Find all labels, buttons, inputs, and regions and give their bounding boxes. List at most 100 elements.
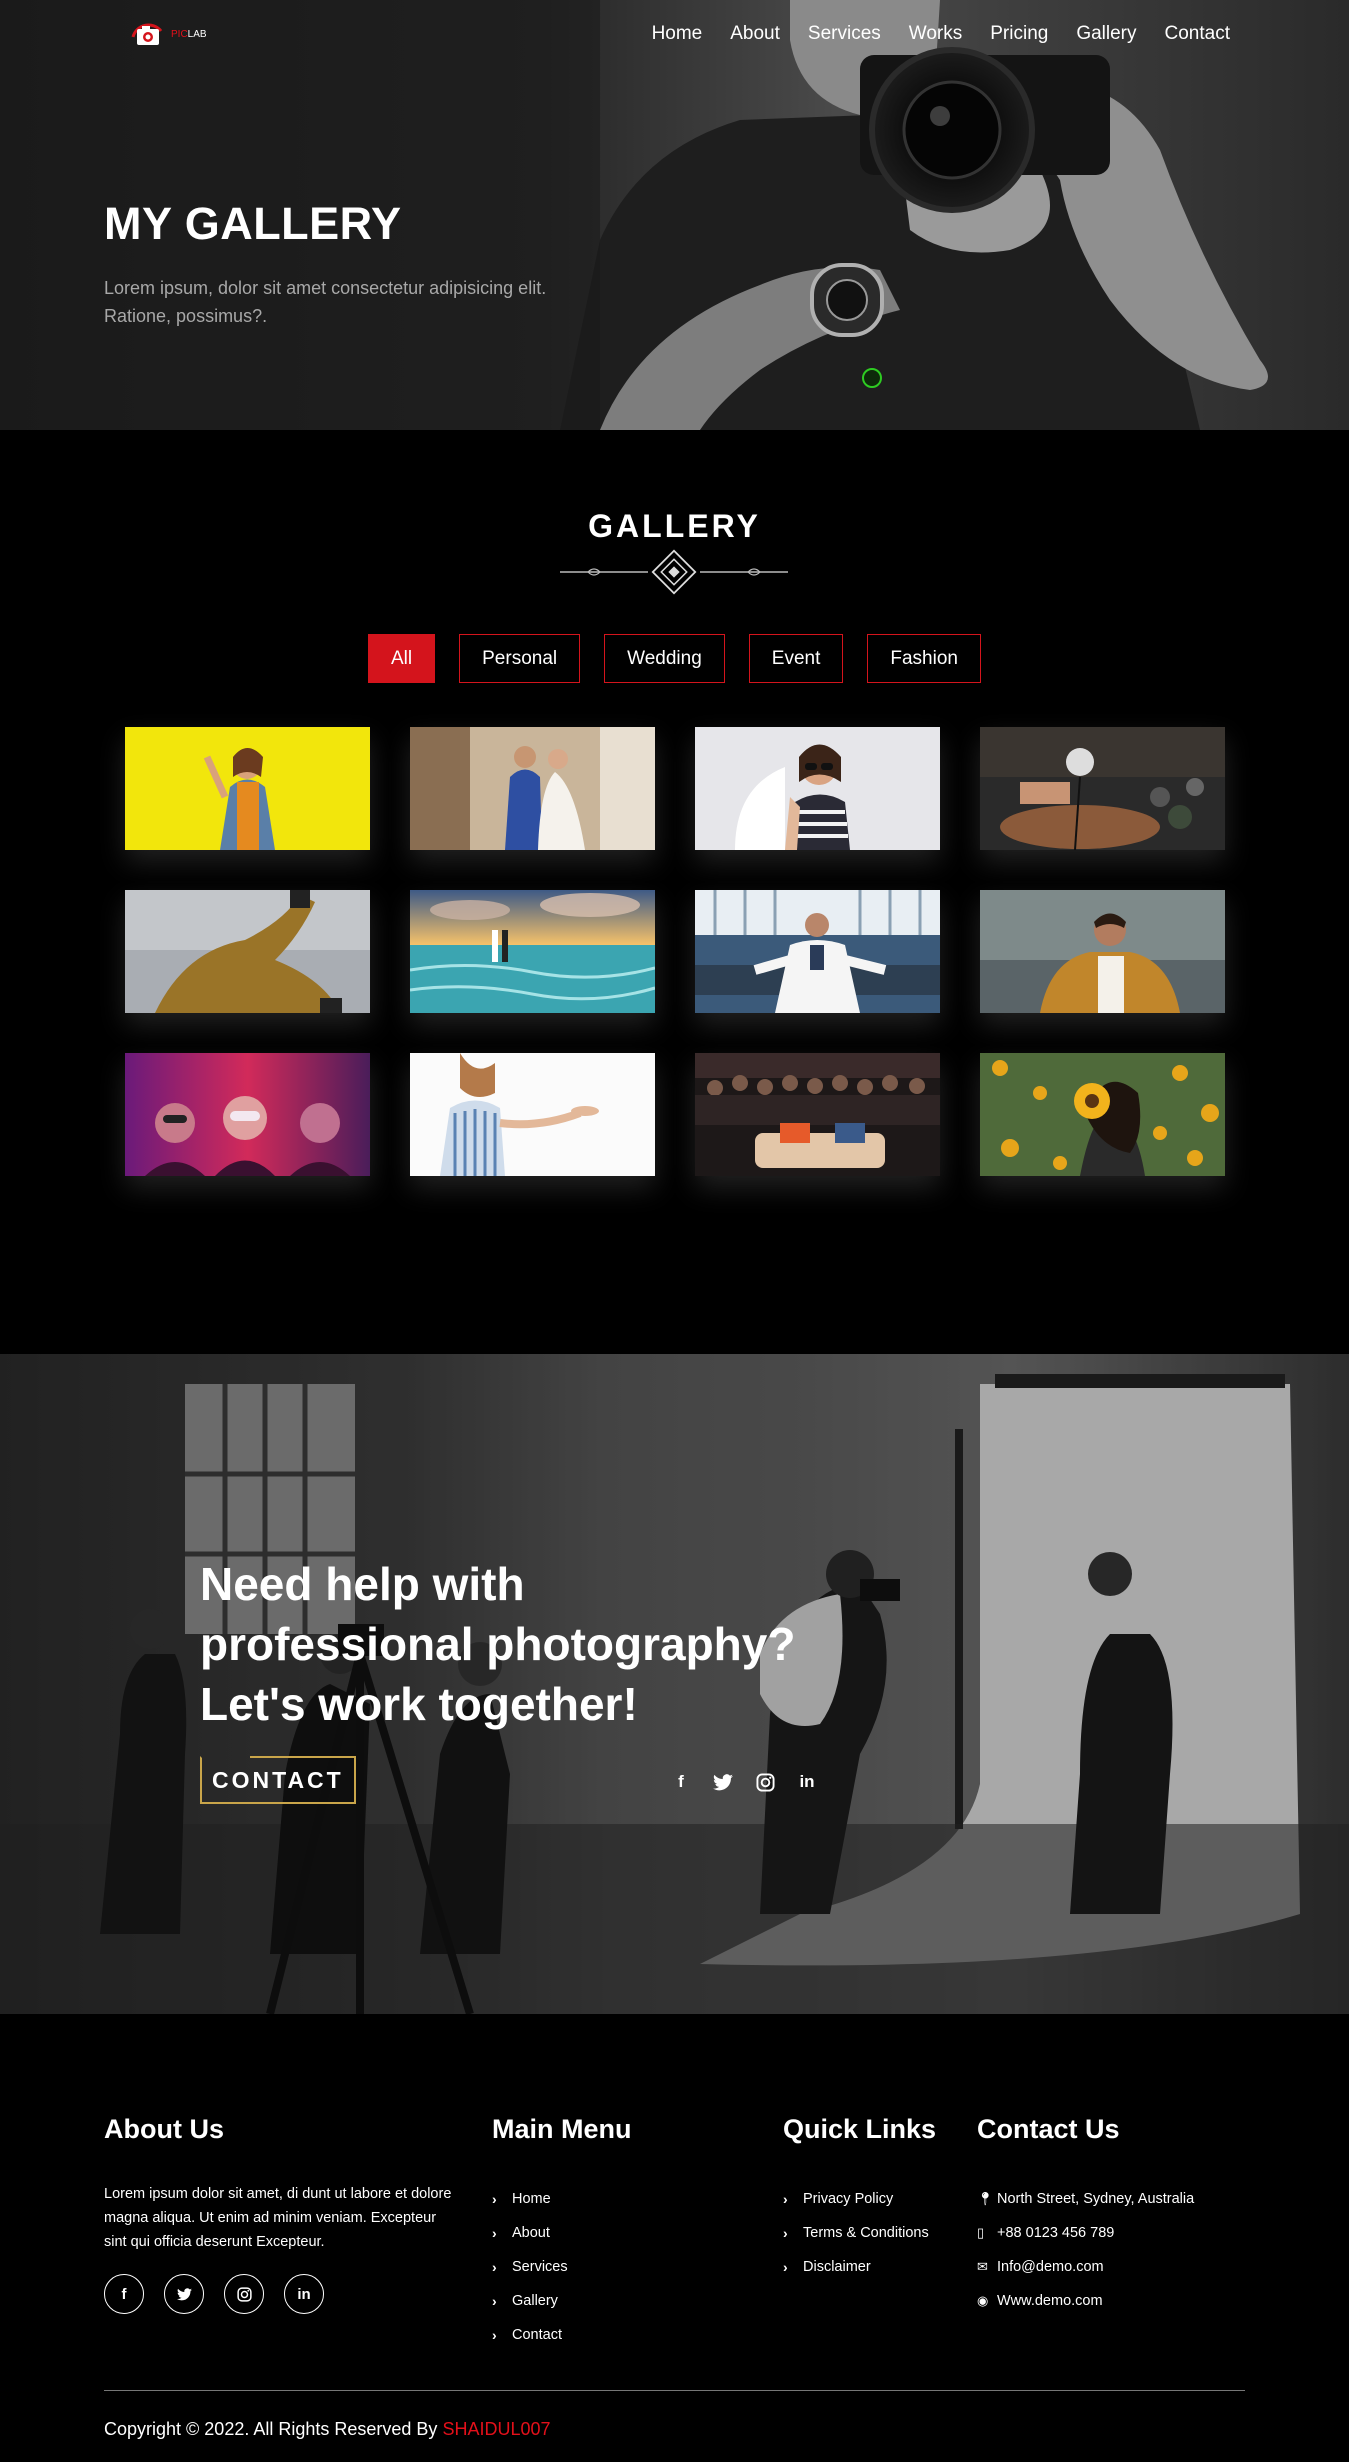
linkedin-icon[interactable]: in [796, 1771, 818, 1793]
footer-link-disclaimer[interactable]: › Disclaimer [783, 2250, 936, 2284]
footer-link-label: Privacy Policy [803, 2191, 894, 2207]
gallery-image-wedding-couple[interactable] [410, 727, 655, 850]
footer-menu-item-about[interactable]: › About [492, 2216, 632, 2250]
gallery-title: GALLERY [588, 508, 761, 544]
footer-menu-label: Gallery [512, 2293, 558, 2309]
footer-menu-item-services[interactable]: › Services [492, 2250, 632, 2284]
footer-about: About Us Lorem ipsum dolor sit amet, di … [104, 2112, 456, 2314]
footer-menu-label: Services [512, 2259, 568, 2275]
chevron-right-icon: › [783, 2191, 788, 2207]
instagram-icon[interactable] [754, 1771, 776, 1793]
main-nav: Home About Services Works Pricing Galler… [624, 20, 1230, 48]
footer-contact-list: 📍︎ North Street, Sydney, Australia ▯ +88 0… [977, 2182, 1194, 2318]
gallery-image-person-jumping[interactable] [125, 890, 370, 1013]
footer-about-text: Lorem ipsum dolor sit amet, di dunt ut l… [104, 2186, 452, 2250]
copyright-author-link[interactable]: SHAIDUL007 [442, 2419, 550, 2439]
facebook-icon[interactable]: f [104, 2274, 144, 2314]
cta-heading-line-1: Need help with [200, 1558, 525, 1610]
gallery-image-man-mustard-jacket[interactable] [980, 890, 1225, 1013]
gallery-image-man-white-suit[interactable] [695, 890, 940, 1013]
footer-menu-label: Home [512, 2191, 551, 2207]
twitter-icon[interactable] [712, 1771, 734, 1793]
cta-heading-line-2: professional photography? [200, 1618, 796, 1670]
gallery-image-woman-sunglasses[interactable] [695, 727, 940, 850]
gallery-filters: All Personal Wedding Event Fashion [0, 634, 1349, 683]
gallery-image-party-masks[interactable] [125, 1053, 370, 1176]
footer-link-terms[interactable]: › Terms & Conditions [783, 2216, 936, 2250]
footer-menu-label: Contact [512, 2327, 562, 2343]
footer-contact-heading: Contact Us [977, 2114, 1120, 2144]
filter-wedding[interactable]: Wedding [604, 634, 725, 683]
footer-quick-links: Quick Links › Privacy Policy › Terms & Con… [783, 2112, 936, 2284]
contact-phone-text: +88 0123 456 789 [997, 2225, 1115, 2241]
hero-subtitle: Lorem ipsum, dolor sit amet consectetur … [104, 278, 547, 326]
nav-works[interactable]: Works [909, 20, 962, 48]
chevron-right-icon: › [492, 2259, 497, 2275]
gallery-image-woman-striped-dress[interactable] [410, 1053, 655, 1176]
contact-address-text: North Street, Sydney, Australia [997, 2191, 1195, 2207]
copyright-text: Copyright © 2022. All Rights Reserved By… [104, 2419, 551, 2440]
twitter-icon[interactable] [164, 2274, 204, 2314]
footer-quick-links-heading: Quick Links [783, 2114, 937, 2144]
chevron-right-icon: › [492, 2225, 497, 2241]
chevron-right-icon: › [783, 2259, 788, 2275]
filter-all[interactable]: All [368, 634, 436, 683]
status-dot-indicator [862, 368, 882, 388]
ornament-divider-icon [560, 549, 788, 595]
cta-heading: Need help with professional photography?… [200, 1554, 900, 1734]
footer-contact-email[interactable]: ✉ Info@demo.com [977, 2250, 1194, 2284]
footer-divider [104, 2390, 1245, 2391]
footer-main-menu: Main Menu › Home › About › Services › Galler… [492, 2112, 632, 2352]
nav-home[interactable]: Home [652, 20, 703, 48]
footer-link-label: Terms & Conditions [803, 2225, 929, 2241]
contact-button[interactable]: CONTACT [200, 1756, 356, 1804]
linkedin-icon[interactable]: in [284, 2274, 324, 2314]
hero-banner: PICLAB Home About Services Works Pricing… [0, 0, 1349, 430]
gallery-image-beach-couple[interactable] [410, 890, 655, 1013]
filter-personal[interactable]: Personal [459, 634, 581, 683]
footer-social-links: f in [104, 2274, 456, 2314]
hero-title: MY GALLERY [104, 198, 402, 249]
chevron-right-icon: › [783, 2225, 788, 2241]
globe-icon: ◉ [977, 2293, 989, 2308]
filter-event[interactable]: Event [748, 634, 844, 683]
footer-menu-item-gallery[interactable]: › Gallery [492, 2284, 632, 2318]
gallery-image-event-shoot[interactable] [980, 727, 1225, 850]
cta-section: Need help with professional photography?… [0, 1354, 1349, 2014]
footer-main-menu-heading: Main Menu [492, 2114, 632, 2144]
nav-about[interactable]: About [730, 20, 780, 48]
footer-about-heading: About Us [104, 2114, 224, 2144]
nav-services[interactable]: Services [808, 20, 881, 48]
nav-gallery[interactable]: Gallery [1076, 20, 1136, 48]
gallery-image-nightclub-crowd[interactable] [695, 1053, 940, 1176]
camera-logo-icon [131, 23, 163, 45]
chevron-right-icon: › [492, 2191, 497, 2207]
footer-main-menu-list: › Home › About › Services › Gallery › Contact [492, 2182, 632, 2352]
facebook-icon[interactable]: f [670, 1771, 692, 1793]
gallery-image-woman-sunflowers[interactable] [980, 1053, 1225, 1176]
footer-contact: Contact Us 📍︎ North Street, Sydney, Austr… [977, 2112, 1194, 2318]
footer-link-label: Disclaimer [803, 2259, 871, 2275]
contact-website-text: Www.demo.com [997, 2293, 1103, 2309]
brand-logo-text: PICLAB [171, 28, 207, 40]
filter-fashion[interactable]: Fashion [867, 634, 981, 683]
chevron-right-icon: › [492, 2293, 497, 2309]
footer-menu-item-home[interactable]: › Home [492, 2182, 632, 2216]
nav-pricing[interactable]: Pricing [990, 20, 1048, 48]
footer-contact-website[interactable]: ◉ Www.demo.com [977, 2284, 1194, 2318]
instagram-icon[interactable] [224, 2274, 264, 2314]
map-pin-icon: 📍︎ [977, 2191, 994, 2206]
copyright-prefix: Copyright © 2022. All Rights Reserved By [104, 2419, 438, 2439]
chevron-right-icon: › [492, 2327, 497, 2343]
nav-contact[interactable]: Contact [1165, 20, 1230, 48]
brand-logo[interactable]: PICLAB [127, 16, 217, 52]
contact-email-text: Info@demo.com [997, 2259, 1104, 2275]
footer-quick-links-list: › Privacy Policy › Terms & Conditions › Dis… [783, 2182, 936, 2284]
footer-contact-address: 📍︎ North Street, Sydney, Australia [977, 2182, 1194, 2216]
footer-menu-label: About [512, 2225, 550, 2241]
gallery-image-woman-denim[interactable] [125, 727, 370, 850]
footer-contact-phone[interactable]: ▯ +88 0123 456 789 [977, 2216, 1194, 2250]
footer-menu-item-contact[interactable]: › Contact [492, 2318, 632, 2352]
footer-link-privacy-policy[interactable]: › Privacy Policy [783, 2182, 936, 2216]
envelope-icon: ✉ [977, 2259, 988, 2274]
